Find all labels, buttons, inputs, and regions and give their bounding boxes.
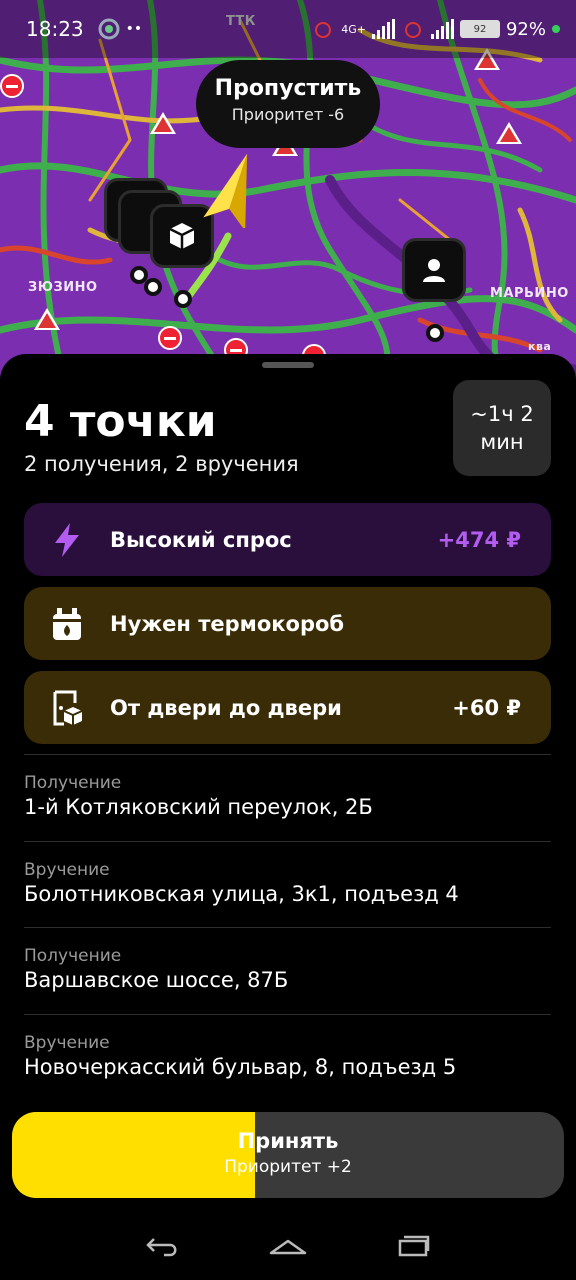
route-stop-dot[interactable] [174,290,192,308]
alarm-icon [315,22,332,38]
skip-order-button[interactable]: Пропустить Приоритет -6 [196,60,380,148]
accept-priority: Приоритет +2 [224,1157,352,1177]
battery-icon: 92 [459,20,500,38]
order-sheet[interactable]: 4 точки 2 получения, 2 вручения ~1ч 2 ми… [0,354,576,1280]
home-button[interactable] [268,1231,308,1261]
badge-bonus: +474 ₽ [437,527,521,552]
no-entry-icon [0,74,24,98]
accept-label: Принять [237,1129,339,1153]
door-package-icon [53,690,83,725]
battery-percent: 92% [505,18,546,40]
lightning-icon [55,522,79,557]
roadwork-icon [150,112,176,134]
back-button[interactable] [142,1231,182,1261]
roadwork-icon [34,308,60,330]
sheet-drag-handle[interactable] [262,362,314,368]
privacy-indicator-icon [552,25,560,33]
eta-line1: ~1ч 2 [470,402,534,426]
door-to-door-badge[interactable]: От двери до двери +60 ₽ [24,671,551,744]
divider [24,927,551,928]
stop-address: Варшавское шоссе, 87Б [24,968,289,992]
district-label-marino: МАРЬИНО [490,286,569,301]
signal-icon-2 [430,19,454,39]
route-stop[interactable]: Вручение Болотниковская улица, 3к1, подъ… [24,860,551,906]
route-stop[interactable]: Вручение Новочеркасский бульвар, 8, подъ… [24,1033,551,1079]
stop-kind: Получение [24,773,122,793]
route-stop[interactable]: Получение 1-й Котляковский переулок, 2Б [24,773,551,819]
route-stop[interactable]: Получение Варшавское шоссе, 87Б [24,946,551,992]
home-icon [269,1239,307,1255]
divider [24,841,551,842]
volte-icon [404,22,421,38]
system-nav-bar [0,1212,576,1280]
recents-button[interactable] [394,1231,434,1261]
person-icon [423,259,445,282]
stop-kind: Вручение [24,860,110,880]
divider [24,1014,551,1015]
package-icon [169,223,195,249]
back-icon [146,1238,177,1257]
district-label-zyuzino: ЗЮЗИНО [28,280,98,295]
courier-location-arrow-icon [203,153,248,228]
map-view[interactable]: ЗЮЗИНО МАРЬИНО ТТК ква Пропустить Приори… [0,0,576,400]
order-title: 4 точки [24,396,217,447]
skip-priority: Приоритет -6 [231,105,345,124]
eta-badge: ~1ч 2 мин [453,380,551,476]
stop-address: Болотниковская улица, 3к1, подъезд 4 [24,882,459,906]
stop-kind: Вручение [24,1033,110,1053]
no-entry-icon [158,326,182,350]
badge-label: От двери до двери [110,695,342,720]
signal-icon [371,19,395,39]
route-stop-dot[interactable] [144,278,162,296]
app-notification-icon [98,18,120,40]
clock: 18:23 [26,17,84,41]
customer-pin[interactable] [402,238,466,302]
divider [24,754,551,755]
more-notifications-icon: •• [125,21,143,37]
stop-kind: Получение [24,946,122,966]
badge-label: Высокий спрос [110,527,292,552]
status-bar: 18:23 •• 4G+ 92 92% [0,0,576,58]
badge-bonus: +60 ₽ [452,695,521,720]
stop-address: Новочеркасский бульвар, 8, подъезд 5 [24,1055,457,1079]
accept-order-button[interactable]: Принять Приоритет +2 [12,1112,564,1198]
order-subtitle: 2 получения, 2 вручения [24,452,299,476]
badge-label: Нужен термокороб [110,611,345,636]
network-type: 4G+ [341,22,366,36]
skip-title: Пропустить [214,76,362,101]
recents-icon [398,1235,430,1257]
roadwork-icon [496,122,522,144]
thermo-box-badge[interactable]: Нужен термокороб [24,587,551,660]
eta-line2: мин [480,430,524,454]
high-demand-badge[interactable]: Высокий спрос +474 ₽ [24,503,551,576]
route-stop-dot[interactable] [426,324,444,342]
stop-address: 1-й Котляковский переулок, 2Б [24,795,373,819]
thermo-box-icon [53,607,81,640]
district-label-river: ква [528,340,552,353]
